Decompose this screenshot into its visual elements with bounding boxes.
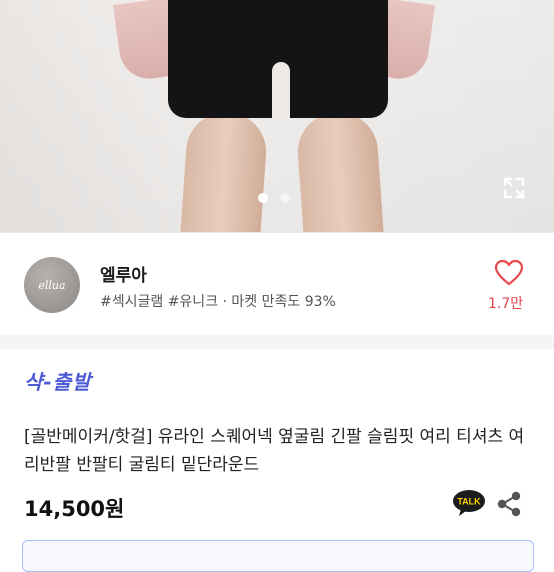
product-image-gallery[interactable] <box>0 0 554 232</box>
avatar-text: ellua <box>38 278 66 292</box>
gallery-dot-2[interactable] <box>280 193 290 203</box>
photo-shorts <box>168 0 388 122</box>
seller-name[interactable]: 엘루아 <box>100 261 147 286</box>
likes-count: 1.7만 <box>488 296 524 312</box>
gallery-dot-1[interactable] <box>258 193 268 203</box>
avatar[interactable]: ellua <box>24 257 80 313</box>
heart-icon[interactable] <box>494 259 524 287</box>
shipping-badge: 샥-출발 <box>24 370 92 394</box>
section-separator <box>0 335 554 349</box>
coupon-banner[interactable] <box>22 540 534 572</box>
gallery-pagination <box>258 193 290 203</box>
product-price: 14,500원 <box>24 497 125 521</box>
seller-info[interactable]: ellua 엘루아 #섹시글램 #유니크 · 마켓 만족도 93% 1.7만 <box>0 233 554 335</box>
photo-leg-left <box>179 109 269 232</box>
product-title: [골반메이커/핫걸] 유라인 스퀘어넥 옆굴림 긴팔 슬림핏 여리 티셔츠 여리… <box>24 427 525 475</box>
expand-icon[interactable] <box>502 176 526 200</box>
svg-text:TALK: TALK <box>457 497 481 507</box>
kakao-talk-icon[interactable]: TALK <box>452 489 486 517</box>
seller-tags: #섹시글램 #유니크 · 마켓 만족도 93% <box>100 294 336 310</box>
share-icon[interactable] <box>496 491 522 517</box>
